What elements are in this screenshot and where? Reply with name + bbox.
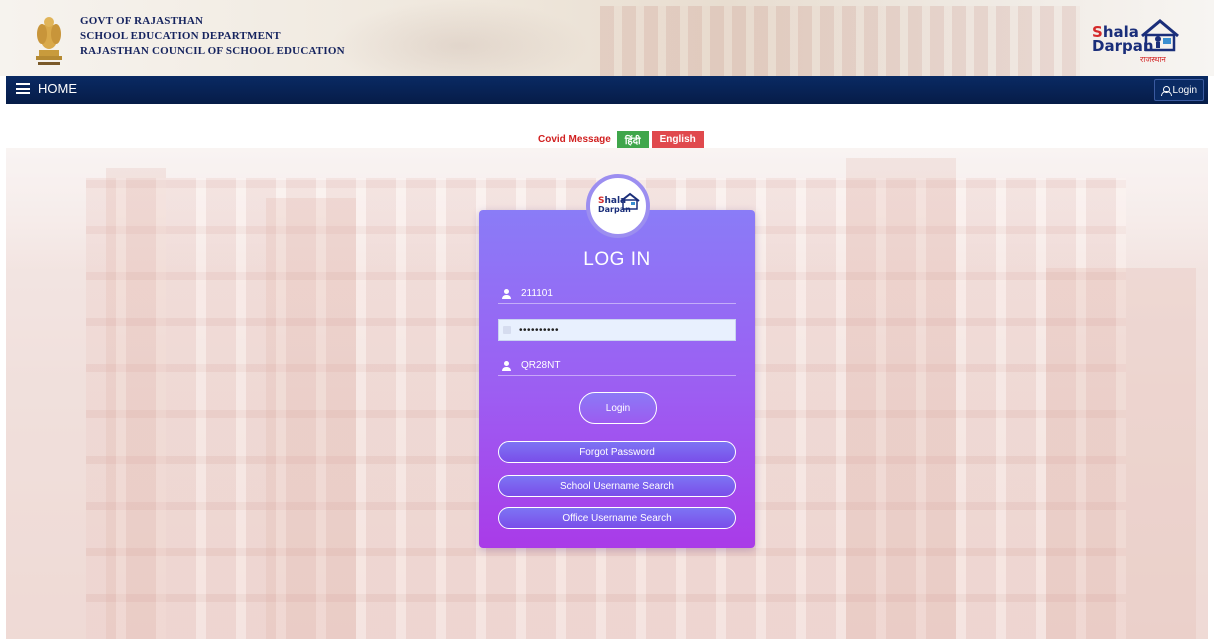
state-emblem-icon xyxy=(36,17,62,65)
main-navbar: HOME Login xyxy=(6,76,1208,104)
hamburger-icon xyxy=(16,83,30,94)
gov-line-1: GOVT OF RAJASTHAN xyxy=(80,15,204,27)
navbar-login-label: Login xyxy=(1172,84,1197,96)
home-menu-button[interactable]: HOME xyxy=(16,81,77,96)
username-value: 211101 xyxy=(521,288,553,299)
office-username-search-button[interactable]: Office Username Search xyxy=(498,507,736,529)
password-field[interactable]: •••••••••• xyxy=(498,319,736,341)
login-button[interactable]: Login xyxy=(579,392,657,424)
covid-message-bar: Covid Message हिंदी English xyxy=(538,131,704,148)
covid-english-button[interactable]: English xyxy=(651,131,704,148)
username-field[interactable]: 211101 xyxy=(498,284,736,304)
navbar-login-button[interactable]: Login xyxy=(1153,79,1204,101)
password-value: •••••••••• xyxy=(519,324,560,336)
covid-message-label: Covid Message xyxy=(538,134,611,145)
header-background xyxy=(330,0,590,76)
login-title: LOG IN xyxy=(583,249,651,270)
government-title: GOVT OF RAJASTHAN SCHOOL EDUCATION DEPAR… xyxy=(80,14,345,59)
card-house-icon xyxy=(620,192,640,210)
brand-tagline: राजस्थान xyxy=(1140,55,1166,64)
site-header: GOVT OF RAJASTHAN SCHOOL EDUCATION DEPAR… xyxy=(0,0,1214,76)
home-label: HOME xyxy=(38,81,77,96)
school-username-search-button[interactable]: School Username Search xyxy=(498,475,736,497)
gov-line-3: RAJASTHAN COUNCIL OF SCHOOL EDUCATION xyxy=(80,45,345,57)
user-icon xyxy=(1160,85,1172,96)
covid-hindi-button[interactable]: हिंदी xyxy=(616,131,649,148)
shala-darpan-logo: Shala Darpan राजस्थान xyxy=(1092,18,1192,66)
captcha-field[interactable]: QR28NT xyxy=(498,356,736,376)
captcha-value: QR28NT xyxy=(521,360,561,371)
user-icon xyxy=(501,360,511,371)
forgot-password-button[interactable]: Forgot Password xyxy=(498,441,736,463)
user-icon xyxy=(501,288,511,299)
card-logo: Shala Darpan xyxy=(586,174,650,238)
header-building-image xyxy=(600,6,1080,76)
lock-icon xyxy=(503,326,511,334)
house-icon xyxy=(1141,19,1179,52)
gov-line-2: SCHOOL EDUCATION DEPARTMENT xyxy=(80,30,281,42)
